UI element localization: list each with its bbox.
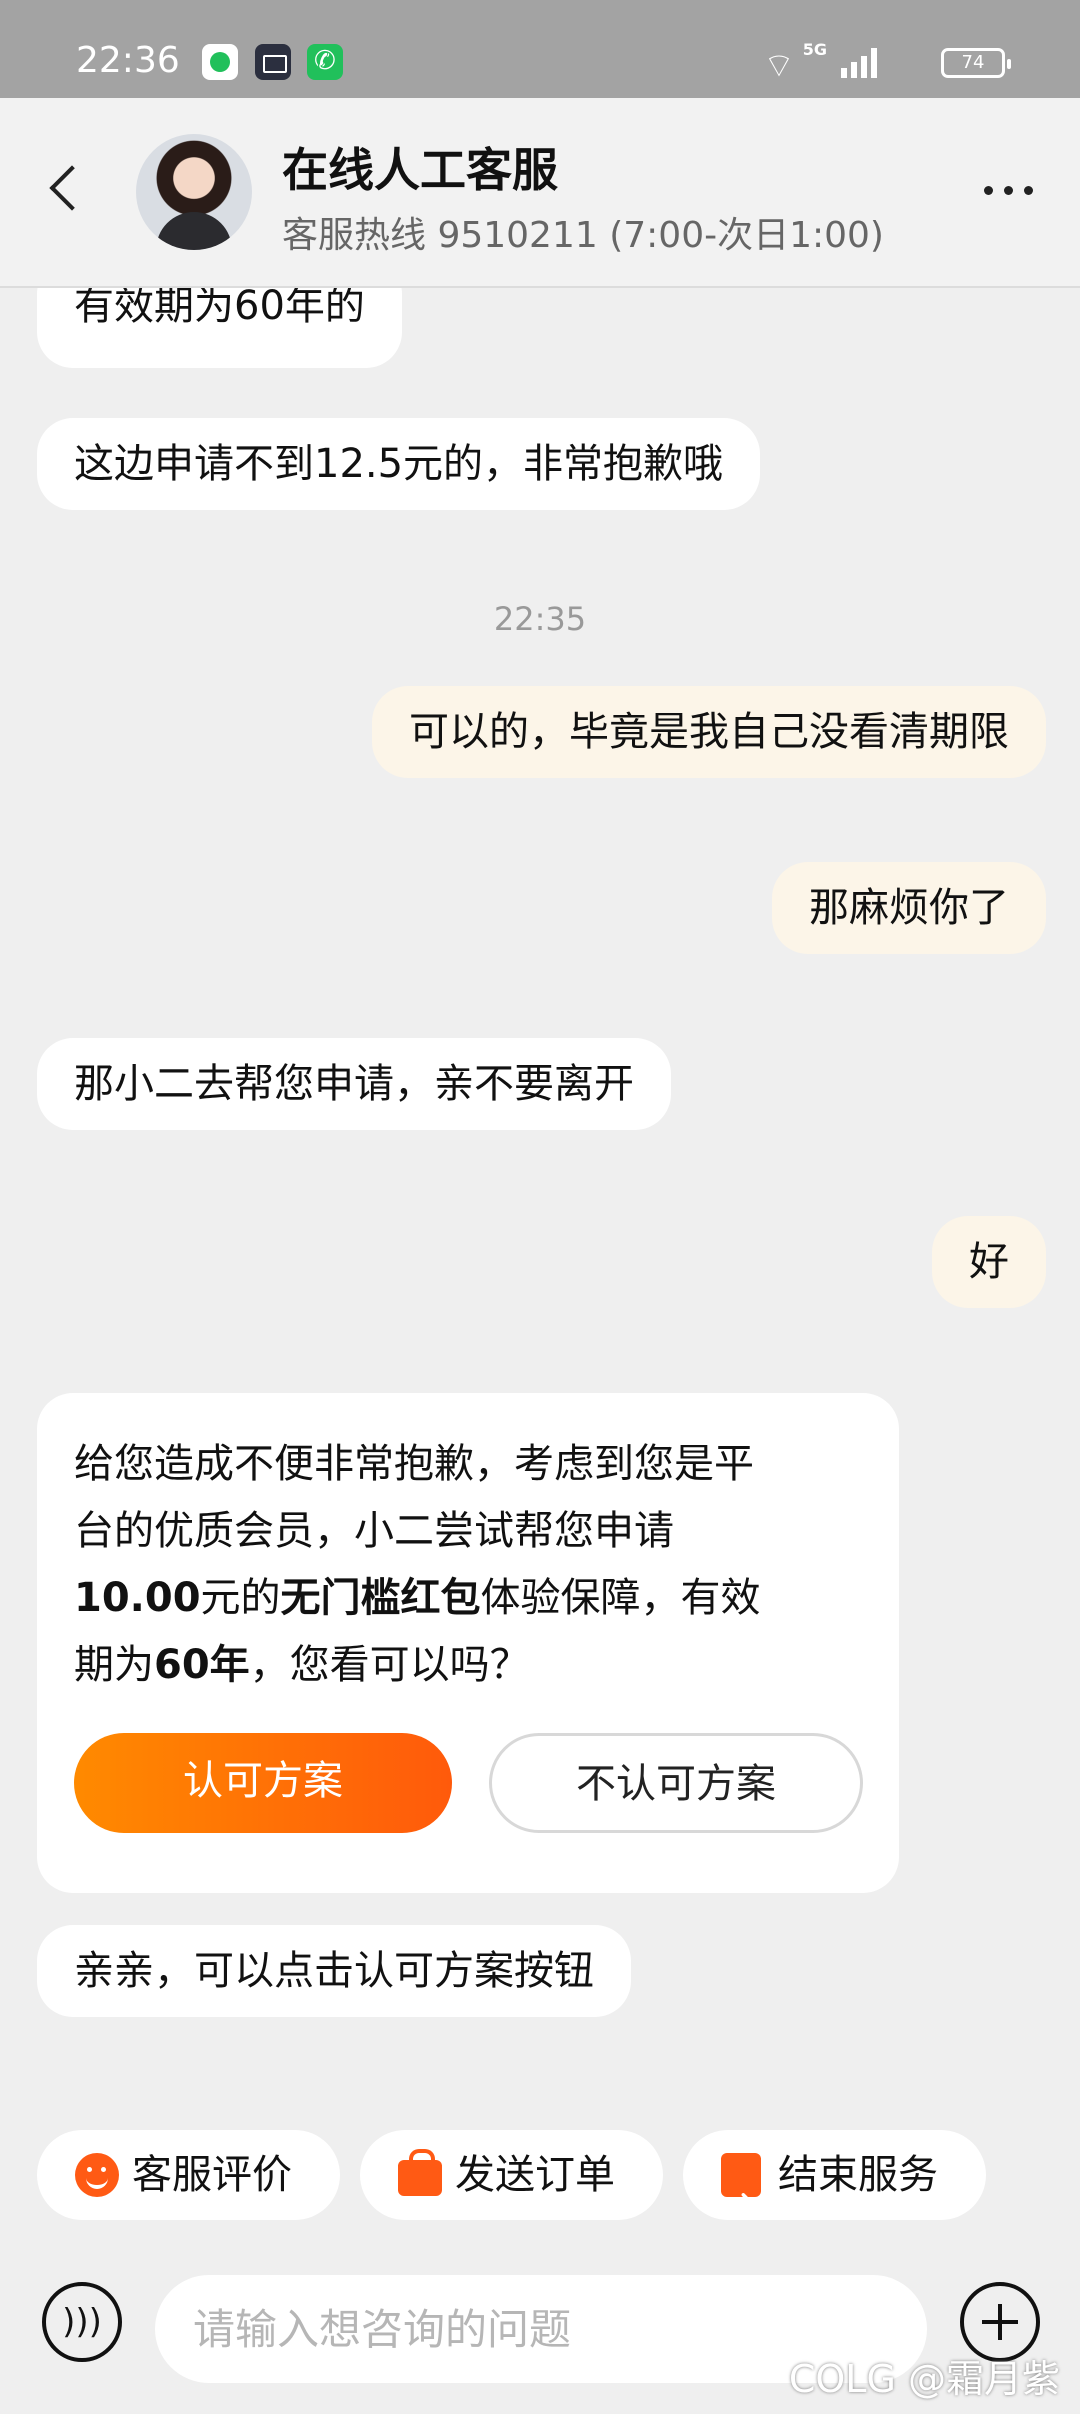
agent-avatar[interactable] bbox=[136, 134, 252, 250]
offer-fragment: 体验保障，有效 bbox=[480, 1575, 761, 1621]
voice-input-button[interactable]: ))) bbox=[42, 2282, 122, 2362]
agent-message: 有效期为60年的 bbox=[37, 288, 402, 368]
offer-fragment: 元的 bbox=[200, 1575, 281, 1621]
agent-message: 那小二去帮您申请，亲不要离开 bbox=[37, 1038, 671, 1130]
send-order-button[interactable]: 发送订单 bbox=[360, 2130, 663, 2220]
back-button[interactable] bbox=[46, 162, 86, 222]
chat-area[interactable]: 有效期为60年的 这边申请不到12.5元的，非常抱歉哦 22:35 可以的，毕竟… bbox=[0, 288, 1080, 2112]
battery-icon: 74 bbox=[941, 48, 1011, 78]
agent-message: 亲亲，可以点击认可方案按钮 bbox=[37, 1925, 631, 2017]
user-message: 好 bbox=[932, 1216, 1046, 1308]
status-time: 22:36 bbox=[76, 40, 180, 81]
quick-actions: 客服评价 发送订单 结束服务 bbox=[0, 2130, 1080, 2245]
offer-text: 给您造成不便非常抱歉，考虑到您是平 台的优质会员，小二尝试帮您申请 10.00元… bbox=[74, 1431, 862, 1699]
mail-app-icon bbox=[255, 44, 291, 80]
quick-action-label: 客服评价 bbox=[132, 2152, 292, 2198]
rate-service-button[interactable]: 客服评价 bbox=[37, 2130, 340, 2220]
chat-header: 在线人工客服 客服热线 9510211 (7:00-次日1:00) bbox=[0, 98, 1080, 288]
offer-fragment: 期为 bbox=[74, 1642, 154, 1688]
watermark: COLG @霜月紫 bbox=[788, 2357, 1060, 2401]
coupon-type-text: 无门槛红包 bbox=[280, 1575, 481, 1621]
smile-icon bbox=[75, 2153, 119, 2197]
amount-text: 10.00 bbox=[74, 1575, 201, 1621]
sound-wave-icon: ))) bbox=[62, 2302, 102, 2342]
shopping-bag-icon bbox=[398, 2149, 442, 2196]
more-options-button[interactable] bbox=[984, 180, 1040, 200]
wifi-icon: ⌔ bbox=[763, 46, 795, 86]
offer-card: 给您造成不便非常抱歉，考虑到您是平 台的优质会员，小二尝试帮您申请 10.00元… bbox=[37, 1393, 899, 1893]
user-message: 那麻烦你了 bbox=[772, 862, 1046, 954]
page-title: 在线人工客服 bbox=[282, 143, 558, 197]
end-service-button[interactable]: 结束服务 bbox=[683, 2130, 986, 2245]
quick-action-label: 结束服务 bbox=[778, 2152, 938, 2198]
agent-message: 这边申请不到12.5元的，非常抱歉哦 bbox=[37, 418, 761, 510]
status-indicators: ⌔ 5G 74 bbox=[705, 40, 1011, 86]
exit-icon bbox=[721, 2153, 761, 2245]
signal-icon bbox=[841, 48, 881, 78]
status-bar: 22:36 ⌔ 5G 74 bbox=[0, 0, 1080, 98]
reject-plan-button[interactable]: 不认可方案 bbox=[489, 1733, 863, 1833]
dot-icon bbox=[984, 186, 993, 195]
quick-action-label: 发送订单 bbox=[455, 2152, 615, 2198]
phone-app-icon bbox=[307, 44, 343, 80]
accept-plan-button[interactable]: 认可方案 bbox=[74, 1733, 452, 1833]
message-app-icon bbox=[202, 44, 238, 80]
offer-line: 10.00元的无门槛红包体验保障，有效 bbox=[74, 1565, 862, 1632]
offer-fragment: ，您看可以吗？ bbox=[249, 1642, 530, 1688]
offer-line: 给您造成不便非常抱歉，考虑到您是平 bbox=[74, 1441, 754, 1487]
user-message: 可以的，毕竟是我自己没看清期限 bbox=[372, 686, 1046, 778]
hotline-info: 客服热线 9510211 (7:00-次日1:00) bbox=[282, 215, 884, 256]
dot-icon bbox=[1024, 186, 1033, 195]
offer-line: 台的优质会员，小二尝试帮您申请 bbox=[74, 1508, 674, 1554]
timestamp: 22:35 bbox=[493, 600, 587, 638]
validity-text: 60年 bbox=[154, 1642, 250, 1688]
offer-line: 期为60年，您看可以吗？ bbox=[74, 1632, 862, 1699]
network-type: 5G bbox=[802, 40, 827, 59]
dot-icon bbox=[1004, 186, 1013, 195]
